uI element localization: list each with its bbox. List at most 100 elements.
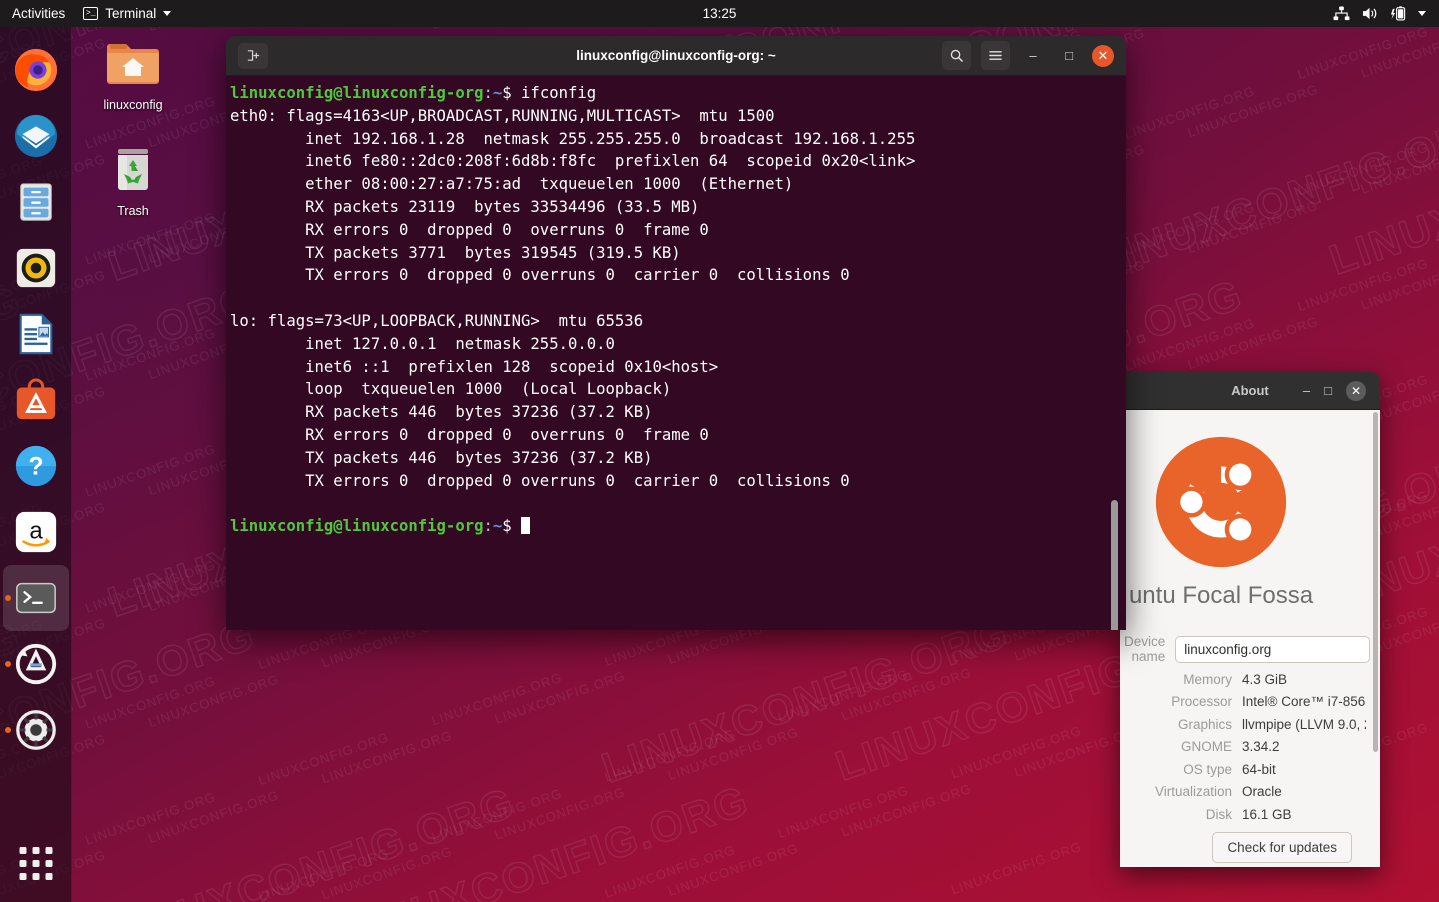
terminal-search-button[interactable] xyxy=(942,41,971,70)
spec-row: VirtualizationOracle xyxy=(1124,784,1366,799)
spec-value: llvmpipe (LLVM 9.0, 256 bits) xyxy=(1242,717,1366,732)
terminal-menu-button[interactable] xyxy=(981,41,1010,70)
spec-label: Device name xyxy=(1124,634,1175,664)
ubuntu-logo-icon xyxy=(1147,428,1295,576)
terminal-titlebar[interactable]: linuxconfig@linuxconfig-org: ~ – □ ✕ xyxy=(226,36,1126,76)
clock-label[interactable]: 13:25 xyxy=(703,6,737,21)
trash-icon xyxy=(107,144,159,196)
spec-row: Graphicsllvmpipe (LLVM 9.0, 256 bits) xyxy=(1124,717,1366,732)
settings-icon xyxy=(13,707,59,753)
spec-label: GNOME xyxy=(1124,739,1242,754)
battery-charging-icon[interactable] xyxy=(1390,6,1407,22)
terminal-cursor xyxy=(521,517,530,534)
terminal-close-button[interactable]: ✕ xyxy=(1092,45,1114,67)
files-icon xyxy=(13,179,59,225)
desktop-icon-label: linuxconfig xyxy=(90,98,176,112)
spec-label: Virtualization xyxy=(1124,784,1242,799)
dock-item-thunderbird[interactable] xyxy=(3,103,69,169)
software-updater-icon xyxy=(13,641,59,687)
system-menu-chevron-down-icon[interactable] xyxy=(1418,11,1426,16)
svg-text:?: ? xyxy=(28,453,43,481)
dock-item-list: ?a xyxy=(3,37,69,763)
about-spec-list: Device name Memory4.3 GiBProcessorIntel®… xyxy=(1120,628,1380,863)
spec-label: Graphics xyxy=(1124,717,1242,732)
spec-value: 16.1 GB xyxy=(1242,807,1366,822)
amazon-icon: a xyxy=(13,509,59,555)
launcher-dock: ?a xyxy=(0,27,72,902)
terminal-window: linuxconfig@linuxconfig-org: ~ – □ ✕ xyxy=(226,36,1126,630)
new-tab-button[interactable] xyxy=(238,43,268,69)
about-scrollbar[interactable] xyxy=(1373,412,1378,752)
about-os-name: untu Focal Fossa xyxy=(1129,582,1313,610)
desktop-icon-home-folder[interactable]: linuxconfig xyxy=(90,38,176,112)
thunderbird-icon xyxy=(13,113,59,159)
new-tab-icon xyxy=(246,48,261,63)
spec-row: GNOME3.34.2 xyxy=(1124,739,1366,754)
dock-item-settings[interactable] xyxy=(3,697,69,763)
check-for-updates-button[interactable]: Check for updates xyxy=(1212,832,1352,863)
terminal-body[interactable]: linuxconfig@linuxconfig-org:~$ ifconfig … xyxy=(226,76,1126,630)
network-wired-icon[interactable] xyxy=(1333,6,1350,21)
about-branding: untu Focal Fossa xyxy=(1120,410,1380,628)
activities-button[interactable]: Activities xyxy=(0,6,75,21)
about-close-button[interactable]: ✕ xyxy=(1346,381,1366,401)
spec-label: Memory xyxy=(1124,672,1242,687)
running-indicator xyxy=(5,661,11,667)
dock-item-help[interactable]: ? xyxy=(3,433,69,499)
dock-item-libreoffice-writer[interactable] xyxy=(3,301,69,367)
terminal-prompt-user: linuxconfig@linuxconfig-org xyxy=(230,84,483,102)
spec-rows: Memory4.3 GiBProcessorIntel® Core™ i7-85… xyxy=(1124,672,1366,822)
about-window: About – □ ✕ xyxy=(1120,372,1380,867)
spec-row: Memory4.3 GiB xyxy=(1124,672,1366,687)
terminal-prompt-user: linuxconfig@linuxconfig-org xyxy=(230,517,483,535)
desktop-icon-trash[interactable]: Trash xyxy=(90,144,176,218)
hamburger-menu-icon xyxy=(988,49,1003,62)
running-indicator xyxy=(5,727,11,733)
dock-item-amazon[interactable]: a xyxy=(3,499,69,565)
terminal-output: linuxconfig@linuxconfig-org:~$ ifconfig … xyxy=(230,82,1126,538)
desktop-icon-label: Trash xyxy=(90,204,176,218)
firefox-icon xyxy=(13,47,59,93)
terminal-icon xyxy=(13,575,59,621)
terminal-minimize-button[interactable]: – xyxy=(1020,43,1046,69)
top-system-bar: Activities >_ Terminal 13:25 xyxy=(0,0,1439,27)
terminal-icon: >_ xyxy=(83,7,98,20)
svg-text:a: a xyxy=(29,518,43,545)
spec-label: Disk xyxy=(1124,807,1242,822)
spec-row-device-name: Device name xyxy=(1124,634,1366,664)
clock: 13:25 xyxy=(0,6,1439,21)
spec-value: 3.34.2 xyxy=(1242,739,1366,754)
desktop-screen: LINUXCONFIG.ORG LINUXCONFIG.ORG LINUXCON… xyxy=(0,0,1439,902)
about-titlebar[interactable]: About – □ ✕ xyxy=(1120,372,1380,410)
dock-item-firefox[interactable] xyxy=(3,37,69,103)
libreoffice-writer-icon xyxy=(13,311,59,357)
spec-value: 64-bit xyxy=(1242,762,1366,777)
spec-value: Oracle xyxy=(1242,784,1366,799)
about-content: untu Focal Fossa Device name Memory4.3 G… xyxy=(1120,410,1380,867)
spec-value: 4.3 GiB xyxy=(1242,672,1366,687)
about-maximize-button[interactable]: □ xyxy=(1324,384,1332,397)
device-name-input[interactable] xyxy=(1175,636,1370,663)
ubuntu-software-icon xyxy=(13,377,59,423)
dock-item-rhythmbox[interactable] xyxy=(3,235,69,301)
spec-label: Processor xyxy=(1124,694,1242,709)
chevron-down-icon xyxy=(163,11,171,16)
search-icon xyxy=(949,48,964,63)
terminal-scrollbar[interactable] xyxy=(1111,500,1118,630)
help-icon: ? xyxy=(13,443,59,489)
spec-row: OS type64-bit xyxy=(1124,762,1366,777)
spec-value: Intel® Core™ i7-8565U CPU @… xyxy=(1242,694,1366,709)
dock-item-files[interactable] xyxy=(3,169,69,235)
home-folder-icon xyxy=(104,38,162,90)
dock-item-ubuntu-software[interactable] xyxy=(3,367,69,433)
app-menu-button[interactable]: >_ Terminal xyxy=(75,6,179,21)
dock-item-terminal[interactable] xyxy=(3,565,69,631)
dock-item-software-updater[interactable] xyxy=(3,631,69,697)
running-indicator xyxy=(5,595,11,601)
terminal-maximize-button[interactable]: □ xyxy=(1056,43,1082,69)
about-minimize-button[interactable]: – xyxy=(1303,384,1310,397)
rhythmbox-icon xyxy=(13,245,59,291)
volume-icon[interactable] xyxy=(1361,6,1379,21)
spec-row: Disk16.1 GB xyxy=(1124,807,1366,822)
show-applications-button[interactable] xyxy=(19,847,52,880)
